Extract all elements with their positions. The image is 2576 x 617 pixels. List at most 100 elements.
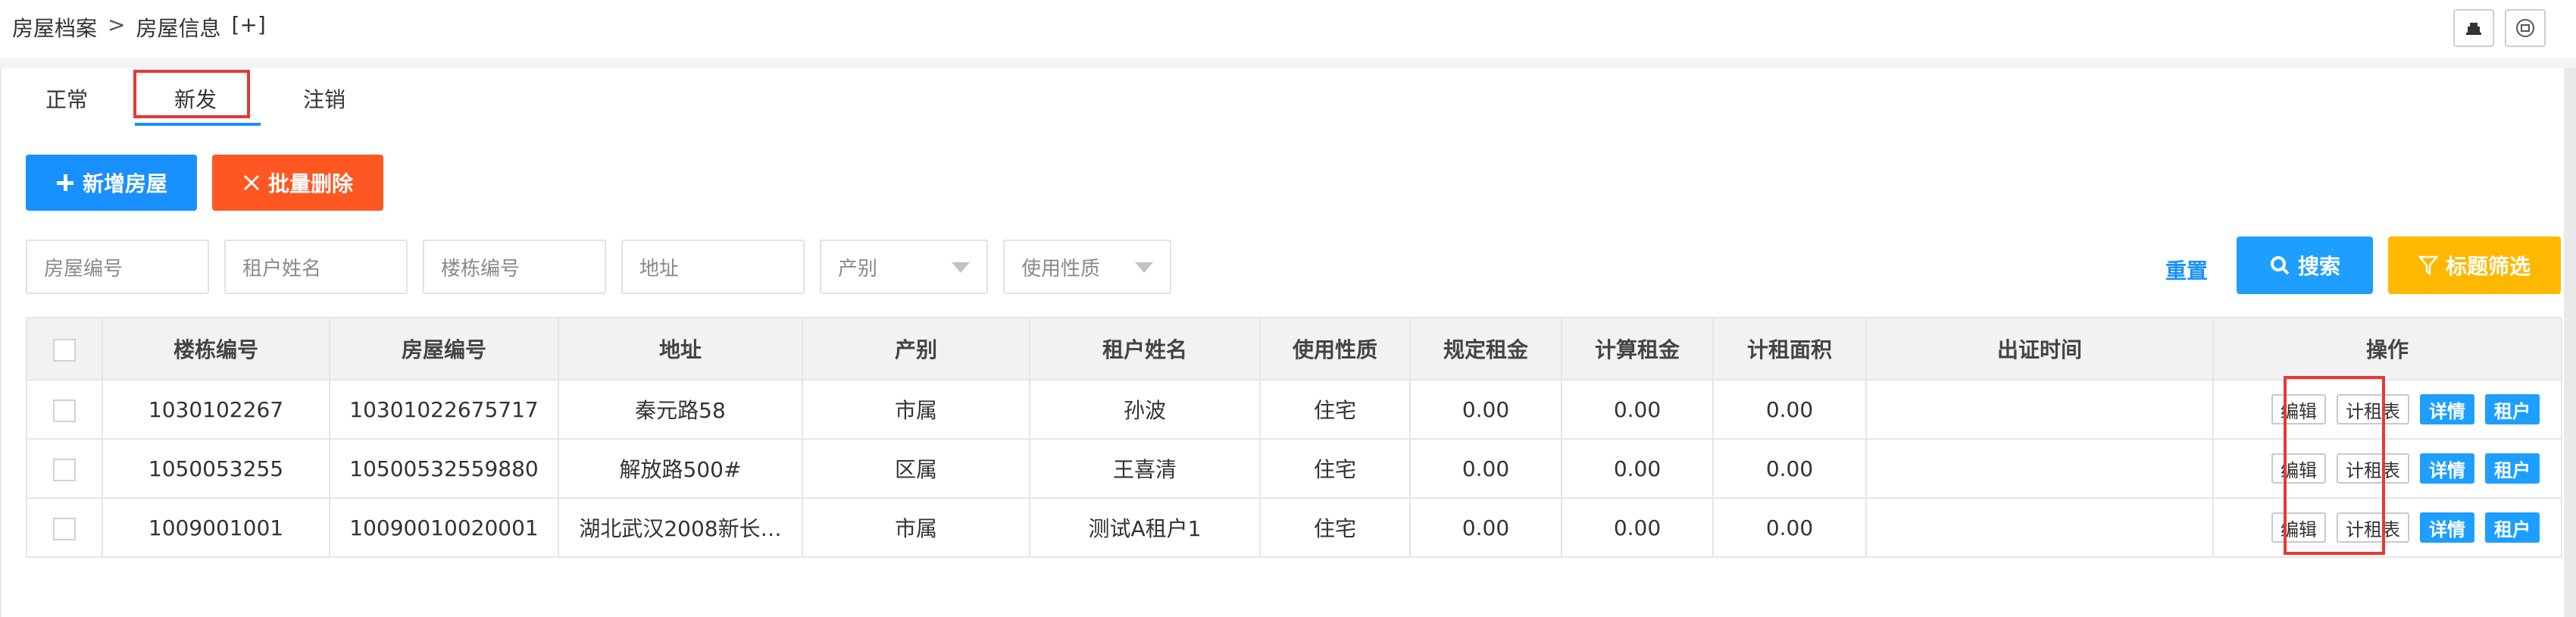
cell-address: 湖北武汉2008新长… [558, 497, 803, 558]
cell-house-no: 10090010020001 [329, 497, 559, 558]
search-button[interactable]: 搜索 [2237, 236, 2373, 294]
reset-link[interactable]: 重置 [2165, 255, 2208, 285]
row-checkbox[interactable] [53, 458, 76, 481]
col-usage: 使用性质 [1259, 317, 1411, 381]
tenant-button[interactable]: 租户 [2485, 394, 2540, 424]
property-select-label: 产别 [838, 257, 878, 280]
house-no-placeholder: 房屋编号 [44, 257, 123, 280]
cell-address: 解放路500# [558, 438, 803, 499]
cell-cert-time [1865, 497, 2214, 558]
batch-delete-button[interactable]: 批量删除 [212, 155, 383, 211]
cell-area: 0.00 [1712, 438, 1867, 499]
cell-house-no: 10301022675717 [329, 379, 559, 440]
usage-select-label: 使用性质 [1021, 257, 1101, 280]
col-cert-time: 出证时间 [1865, 317, 2214, 381]
tenant-button[interactable]: 租户 [2485, 453, 2540, 484]
detail-button[interactable]: 详情 [2420, 394, 2474, 424]
close-icon [243, 174, 260, 191]
house-no-input[interactable]: 房屋编号 [26, 240, 209, 294]
breadcrumb: 房屋档案 > 房屋信息 [+] [12, 12, 266, 42]
breadcrumb-root[interactable]: 房屋档案 [12, 12, 97, 42]
address-placeholder: 地址 [639, 257, 680, 280]
cell-tenant: 测试A租户1 [1029, 497, 1261, 558]
col-actions: 操作 [2212, 317, 2562, 381]
table-row: 1030102267 10301022675717 秦元路58 市属 孙波 住宅… [26, 379, 2562, 440]
detail-button[interactable]: 详情 [2420, 512, 2474, 543]
cell-set-rent: 0.00 [1409, 497, 1562, 558]
cell-building-no: 1030102267 [102, 379, 330, 440]
table-row: 1050053255 10500532559880 解放路500# 区属 王喜清… [26, 438, 2562, 499]
select-all-checkbox[interactable] [53, 338, 76, 362]
address-input[interactable]: 地址 [621, 240, 805, 294]
print-icon[interactable] [2505, 9, 2546, 47]
active-tab-indicator [135, 123, 261, 126]
top-bar: 房屋档案 > 房屋信息 [+] [0, 0, 2576, 58]
cell-address: 秦元路58 [558, 379, 803, 440]
cell-calc-rent: 0.00 [1561, 497, 1714, 558]
select-all-cell [26, 317, 103, 381]
cell-tenant: 孙波 [1029, 379, 1261, 440]
title-filter-label: 标题筛选 [2445, 254, 2531, 279]
chevron-down-icon [1135, 262, 1153, 273]
tab-normal[interactable]: 正常 [45, 83, 88, 114]
col-address: 地址 [558, 317, 803, 381]
tenant-name-input[interactable]: 租户姓名 [224, 240, 408, 294]
row-checkbox[interactable] [53, 399, 76, 422]
cell-house-no: 10500532559880 [329, 438, 559, 499]
building-no-input[interactable]: 楼栋编号 [423, 240, 606, 294]
filter-icon [2418, 255, 2438, 276]
cell-area: 0.00 [1712, 497, 1867, 558]
usage-select[interactable]: 使用性质 [1003, 240, 1171, 294]
printer-icon[interactable] [2453, 9, 2494, 47]
tab-highlight-box [133, 70, 250, 118]
col-tenant: 租户姓名 [1029, 317, 1261, 381]
row-select-cell [26, 438, 103, 499]
col-building-no: 楼栋编号 [102, 317, 330, 381]
col-area: 计租面积 [1712, 317, 1867, 381]
search-icon [2270, 256, 2290, 275]
cell-cert-time [1865, 379, 2214, 440]
vertical-scrollbar[interactable] [2564, 68, 2576, 617]
top-icons [2453, 9, 2546, 47]
detail-button[interactable]: 详情 [2420, 453, 2474, 484]
cell-cert-time [1865, 438, 2214, 499]
col-property: 产别 [802, 317, 1030, 381]
table-row: 1009001001 10090010020001 湖北武汉2008新长… 市属… [26, 497, 2562, 558]
cell-building-no: 1009001001 [102, 497, 330, 558]
house-table: 楼栋编号 房屋编号 地址 产别 租户姓名 使用性质 规定租金 计算租金 计租面积… [26, 317, 2562, 558]
cell-area: 0.00 [1712, 379, 1867, 440]
table-header-row: 楼栋编号 房屋编号 地址 产别 租户姓名 使用性质 规定租金 计算租金 计租面积… [26, 317, 2562, 381]
row-select-cell [26, 379, 103, 440]
cell-set-rent: 0.00 [1409, 379, 1562, 440]
col-set-rent: 规定租金 [1409, 317, 1562, 381]
row-select-cell [26, 497, 103, 558]
tenant-name-placeholder: 租户姓名 [242, 257, 322, 280]
cell-property: 市属 [802, 379, 1030, 440]
chevron-down-icon [952, 262, 970, 273]
property-select[interactable]: 产别 [820, 240, 988, 294]
cell-usage: 住宅 [1259, 497, 1411, 558]
tab-bar: 正常 新发 注销 [2, 68, 2565, 127]
tab-cancelled[interactable]: 注销 [303, 83, 345, 114]
breadcrumb-separator: > [108, 12, 126, 37]
cell-usage: 住宅 [1259, 379, 1411, 440]
col-calc-rent: 计算租金 [1561, 317, 1714, 381]
cell-property: 市属 [802, 497, 1030, 558]
cell-actions: 编辑 计租表 详情 租户 [2212, 497, 2562, 558]
cell-calc-rent: 0.00 [1561, 438, 1714, 499]
cell-actions: 编辑 计租表 详情 租户 [2212, 379, 2562, 440]
cell-actions: 编辑 计租表 详情 租户 [2212, 438, 2562, 499]
cell-usage: 住宅 [1259, 438, 1411, 499]
row-checkbox[interactable] [53, 517, 76, 540]
building-no-placeholder: 楼栋编号 [441, 257, 521, 280]
cell-calc-rent: 0.00 [1561, 379, 1714, 440]
breadcrumb-current: 房屋信息 [136, 16, 221, 41]
tenant-button[interactable]: 租户 [2485, 512, 2540, 543]
add-house-label: 新增房屋 [82, 171, 167, 196]
title-filter-button[interactable]: 标题筛选 [2388, 236, 2561, 294]
cell-property: 区属 [802, 438, 1030, 499]
breadcrumb-add[interactable]: [+] [232, 12, 266, 42]
plus-icon [56, 174, 73, 191]
add-house-button[interactable]: 新增房屋 [26, 155, 197, 211]
rent-table-highlight-box [2284, 376, 2385, 555]
